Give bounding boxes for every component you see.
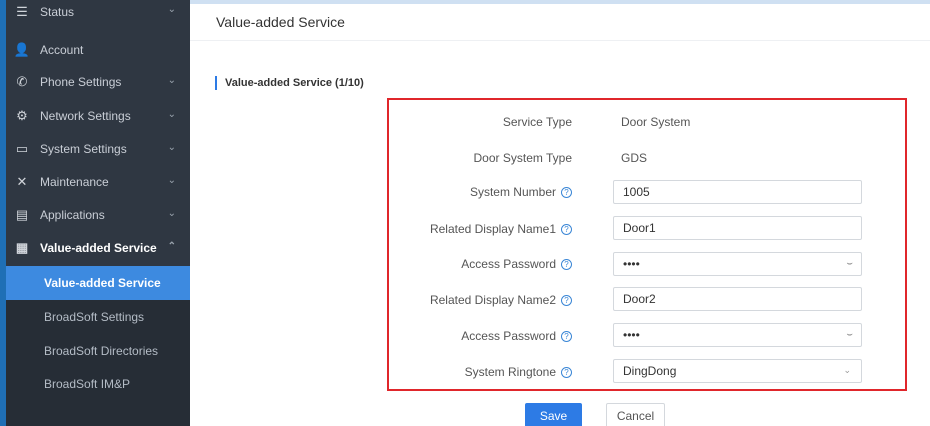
subitem-label: BroadSoft Settings bbox=[44, 310, 145, 324]
password-value: •••• bbox=[623, 328, 640, 342]
highlight-box bbox=[387, 98, 907, 391]
subitem-broadsoft-settings[interactable]: BroadSoft Settings bbox=[6, 300, 190, 334]
network-icon: ⚙ bbox=[16, 108, 28, 123]
system-number-label: System Number? bbox=[470, 185, 572, 199]
applications-icon: ▤ bbox=[15, 207, 29, 222]
service-type-value: Door System bbox=[621, 115, 691, 129]
divider bbox=[190, 40, 930, 41]
section-title: Value-added Service (1/10) bbox=[215, 76, 364, 90]
sidebar-item-value-added-service[interactable]: ▦ Value-added Service ⌃ bbox=[6, 232, 190, 264]
help-icon[interactable]: ? bbox=[561, 186, 572, 198]
help-icon[interactable]: ? bbox=[561, 294, 572, 306]
access-password2-input[interactable]: •••• ⌣ bbox=[613, 323, 862, 347]
eye-closed-icon[interactable]: ⌣ bbox=[846, 258, 853, 269]
help-icon[interactable]: ? bbox=[561, 330, 572, 342]
help-icon[interactable]: ? bbox=[561, 366, 572, 378]
help-icon[interactable]: ? bbox=[561, 258, 572, 270]
related-display-name2-input[interactable]: Door2 bbox=[613, 287, 862, 311]
subitem-value-added-service[interactable]: Value-added Service bbox=[6, 266, 190, 300]
chevron-down-icon: ⌄ bbox=[167, 4, 176, 15]
access-password2-label: Access Password? bbox=[461, 329, 572, 343]
status-icon: ☰ bbox=[16, 4, 28, 19]
save-button[interactable]: Save bbox=[525, 403, 582, 426]
subitem-label: BroadSoft IM&P bbox=[44, 377, 131, 391]
password-value: •••• bbox=[623, 257, 640, 271]
system-number-input[interactable]: 1005 bbox=[613, 180, 862, 204]
cancel-button[interactable]: Cancel bbox=[606, 403, 665, 426]
select-value: DingDong bbox=[623, 364, 677, 378]
access-password1-label: Access Password? bbox=[461, 257, 572, 271]
subitem-broadsoft-imp[interactable]: BroadSoft IM&P bbox=[6, 367, 190, 401]
sidebar-item-label: Network Settings bbox=[40, 109, 131, 123]
chevron-down-icon: ⌄ bbox=[167, 175, 176, 186]
help-icon[interactable]: ? bbox=[561, 223, 572, 235]
sidebar-item-label: Applications bbox=[40, 208, 105, 222]
chevron-down-icon: ⌄ bbox=[167, 109, 176, 120]
system-ringtone-label: System Ringtone? bbox=[465, 365, 572, 379]
account-icon: 👤 bbox=[13, 42, 31, 57]
sidebar-item-account[interactable]: 👤 Account bbox=[6, 34, 190, 66]
sidebar-item-phone-settings[interactable]: ✆ Phone Settings ⌄ bbox=[6, 66, 190, 98]
sidebar-item-status[interactable]: ☰ Status ⌄ bbox=[6, 0, 190, 24]
related-display-name1-input[interactable]: Door1 bbox=[613, 216, 862, 240]
system-ringtone-select[interactable]: DingDong ⌄ bbox=[613, 359, 862, 383]
sidebar-item-label: Phone Settings bbox=[40, 75, 122, 89]
subitem-label: BroadSoft Directories bbox=[44, 344, 159, 358]
chevron-down-icon: ⌄ bbox=[167, 142, 176, 153]
chevron-down-icon: ⌄ bbox=[167, 208, 176, 219]
maintenance-icon: ✕ bbox=[16, 174, 28, 189]
chevron-down-icon: ⌄ bbox=[843, 365, 851, 375]
door-system-type-value: GDS bbox=[621, 151, 648, 165]
sidebar-item-system-settings[interactable]: ▭ System Settings ⌄ bbox=[6, 133, 190, 165]
sidebar-item-maintenance[interactable]: ✕ Maintenance ⌄ bbox=[6, 166, 190, 198]
subitem-broadsoft-directories[interactable]: BroadSoft Directories bbox=[6, 334, 190, 368]
service-type-label: Service Type bbox=[502, 115, 572, 129]
sidebar-item-label: System Settings bbox=[40, 142, 127, 156]
sidebar-item-applications[interactable]: ▤ Applications ⌄ bbox=[6, 199, 190, 231]
eye-closed-icon[interactable]: ⌣ bbox=[846, 329, 853, 340]
sidebar-fill bbox=[6, 400, 190, 426]
app-frame: ☰ Status ⌄ 👤 Account ✆ Phone Settings ⌄ … bbox=[0, 0, 930, 426]
value-added-icon: ▦ bbox=[15, 240, 29, 255]
related-display-name1-label: Related Display Name1? bbox=[430, 222, 572, 236]
sidebar-item-network-settings[interactable]: ⚙ Network Settings ⌄ bbox=[6, 100, 190, 132]
phone-icon: ✆ bbox=[16, 74, 28, 89]
subitem-label: Value-added Service bbox=[44, 276, 161, 290]
access-password1-input[interactable]: •••• ⌣ bbox=[613, 252, 862, 276]
sidebar-item-label: Account bbox=[40, 43, 84, 57]
top-accent-line bbox=[190, 0, 930, 4]
door-system-type-label: Door System Type bbox=[473, 151, 572, 165]
sidebar: ☰ Status ⌄ 👤 Account ✆ Phone Settings ⌄ … bbox=[0, 0, 190, 426]
sidebar-item-label: Status bbox=[40, 5, 75, 19]
related-display-name2-label: Related Display Name2? bbox=[430, 293, 572, 307]
system-icon: ▭ bbox=[15, 141, 29, 156]
page-title: Value-added Service bbox=[216, 14, 345, 30]
chevron-up-icon: ⌃ bbox=[167, 241, 176, 252]
sidebar-item-label: Value-added Service bbox=[40, 241, 157, 255]
chevron-down-icon: ⌄ bbox=[167, 75, 176, 86]
sidebar-item-label: Maintenance bbox=[40, 175, 109, 189]
